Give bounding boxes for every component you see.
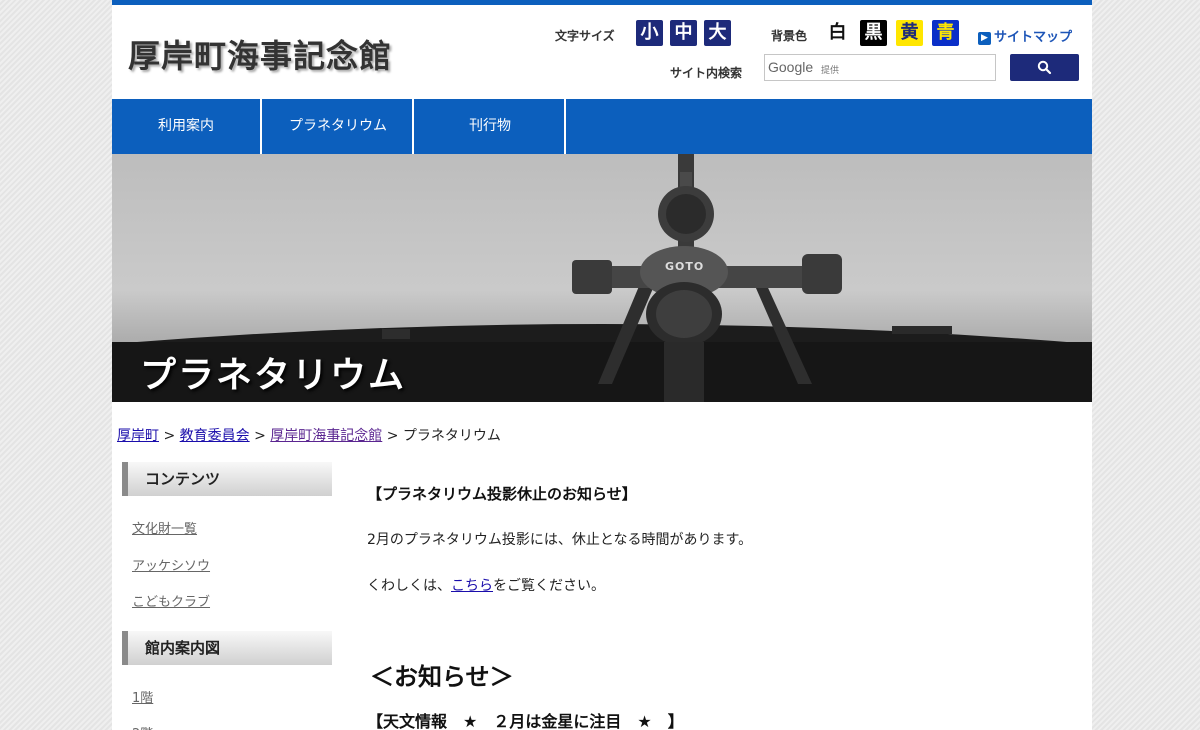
sidebar-item-floor-2[interactable]: 2階 [132,723,153,730]
search-input[interactable]: Google 提供 [764,54,996,81]
notice-details: くわしくは、こちらをご覧ください。 [367,578,605,594]
search-button[interactable] [1010,54,1079,81]
text-size-large-button[interactable]: 大 [704,20,731,46]
bg-color-label: 背景色 [771,29,808,43]
sitemap-label: サイトマップ [994,30,1073,45]
sidebar-item-kids-club[interactable]: こどもクラブ [132,591,210,610]
search-label: サイト内検索 [670,66,743,80]
sitemap-link[interactable]: ▶ サイトマップ [978,26,1072,45]
notice-title: 【プラネタリウム投影休止のお知らせ】 [367,485,637,503]
text-size-small-button[interactable]: 小 [636,20,663,46]
bg-black-button[interactable]: 黒 [860,20,887,46]
breadcrumb-link-museum[interactable]: 厚岸町海事記念館 [270,428,382,444]
astro-heading: 【天文情報 ★ ２月は金星に注目 ★ 】 [367,712,684,730]
nav-item-publications[interactable]: 刊行物 [416,99,566,154]
arrow-right-icon: ▶ [978,32,991,45]
site-title[interactable]: 厚岸町海事記念館 [128,31,392,77]
hero-title: プラネタリウム [140,354,407,396]
page-container: 厚岸町海事記念館 文字サイズ 小 中 大 背景色 白 黒 黄 青 ▶ サイトマップ… [112,0,1092,730]
sidebar-heading-contents: コンテンツ [122,462,332,496]
text-size-label: 文字サイズ [555,29,615,43]
details-link[interactable]: こちら [451,578,493,594]
sidebar-item-floor-1[interactable]: 1階 [132,687,153,706]
google-brand: Google [768,59,814,75]
search-icon [1037,60,1052,75]
hero-banner: GOTO プラネタリウム [112,154,1092,402]
breadcrumb-link-akkeshi[interactable]: 厚岸町 [117,428,159,444]
sidebar-item-cultural-assets[interactable]: 文化財一覧 [132,518,197,537]
bg-blue-button[interactable]: 青 [932,20,959,46]
notice-body: 2月のプラネタリウム投影には、休止となる時間があります。 [367,532,753,548]
breadcrumb-link-board-of-education[interactable]: 教育委員会 [180,428,250,444]
text-size-medium-button[interactable]: 中 [670,20,697,46]
projector-brand: GOTO [665,260,705,273]
sidebar-heading-floor-map: 館内案内図 [122,631,332,665]
search-provided-label: 提供 [821,66,840,76]
bg-white-button[interactable]: 白 [824,20,851,46]
breadcrumb: 厚岸町 > 教育委員会 > 厚岸町海事記念館 > プラネタリウム [117,428,501,444]
sidebar-item-akkeshisou[interactable]: アッケシソウ [132,555,210,574]
breadcrumb-current: プラネタリウム [402,428,501,444]
news-heading: ＜お知らせ＞ [370,663,514,691]
bg-yellow-button[interactable]: 黄 [896,20,923,46]
main-nav: 利用案内 プラネタリウム 刊行物 [112,99,1092,154]
nav-item-planetarium[interactable]: プラネタリウム [264,99,414,154]
nav-item-usage-guide[interactable]: 利用案内 [112,99,262,154]
